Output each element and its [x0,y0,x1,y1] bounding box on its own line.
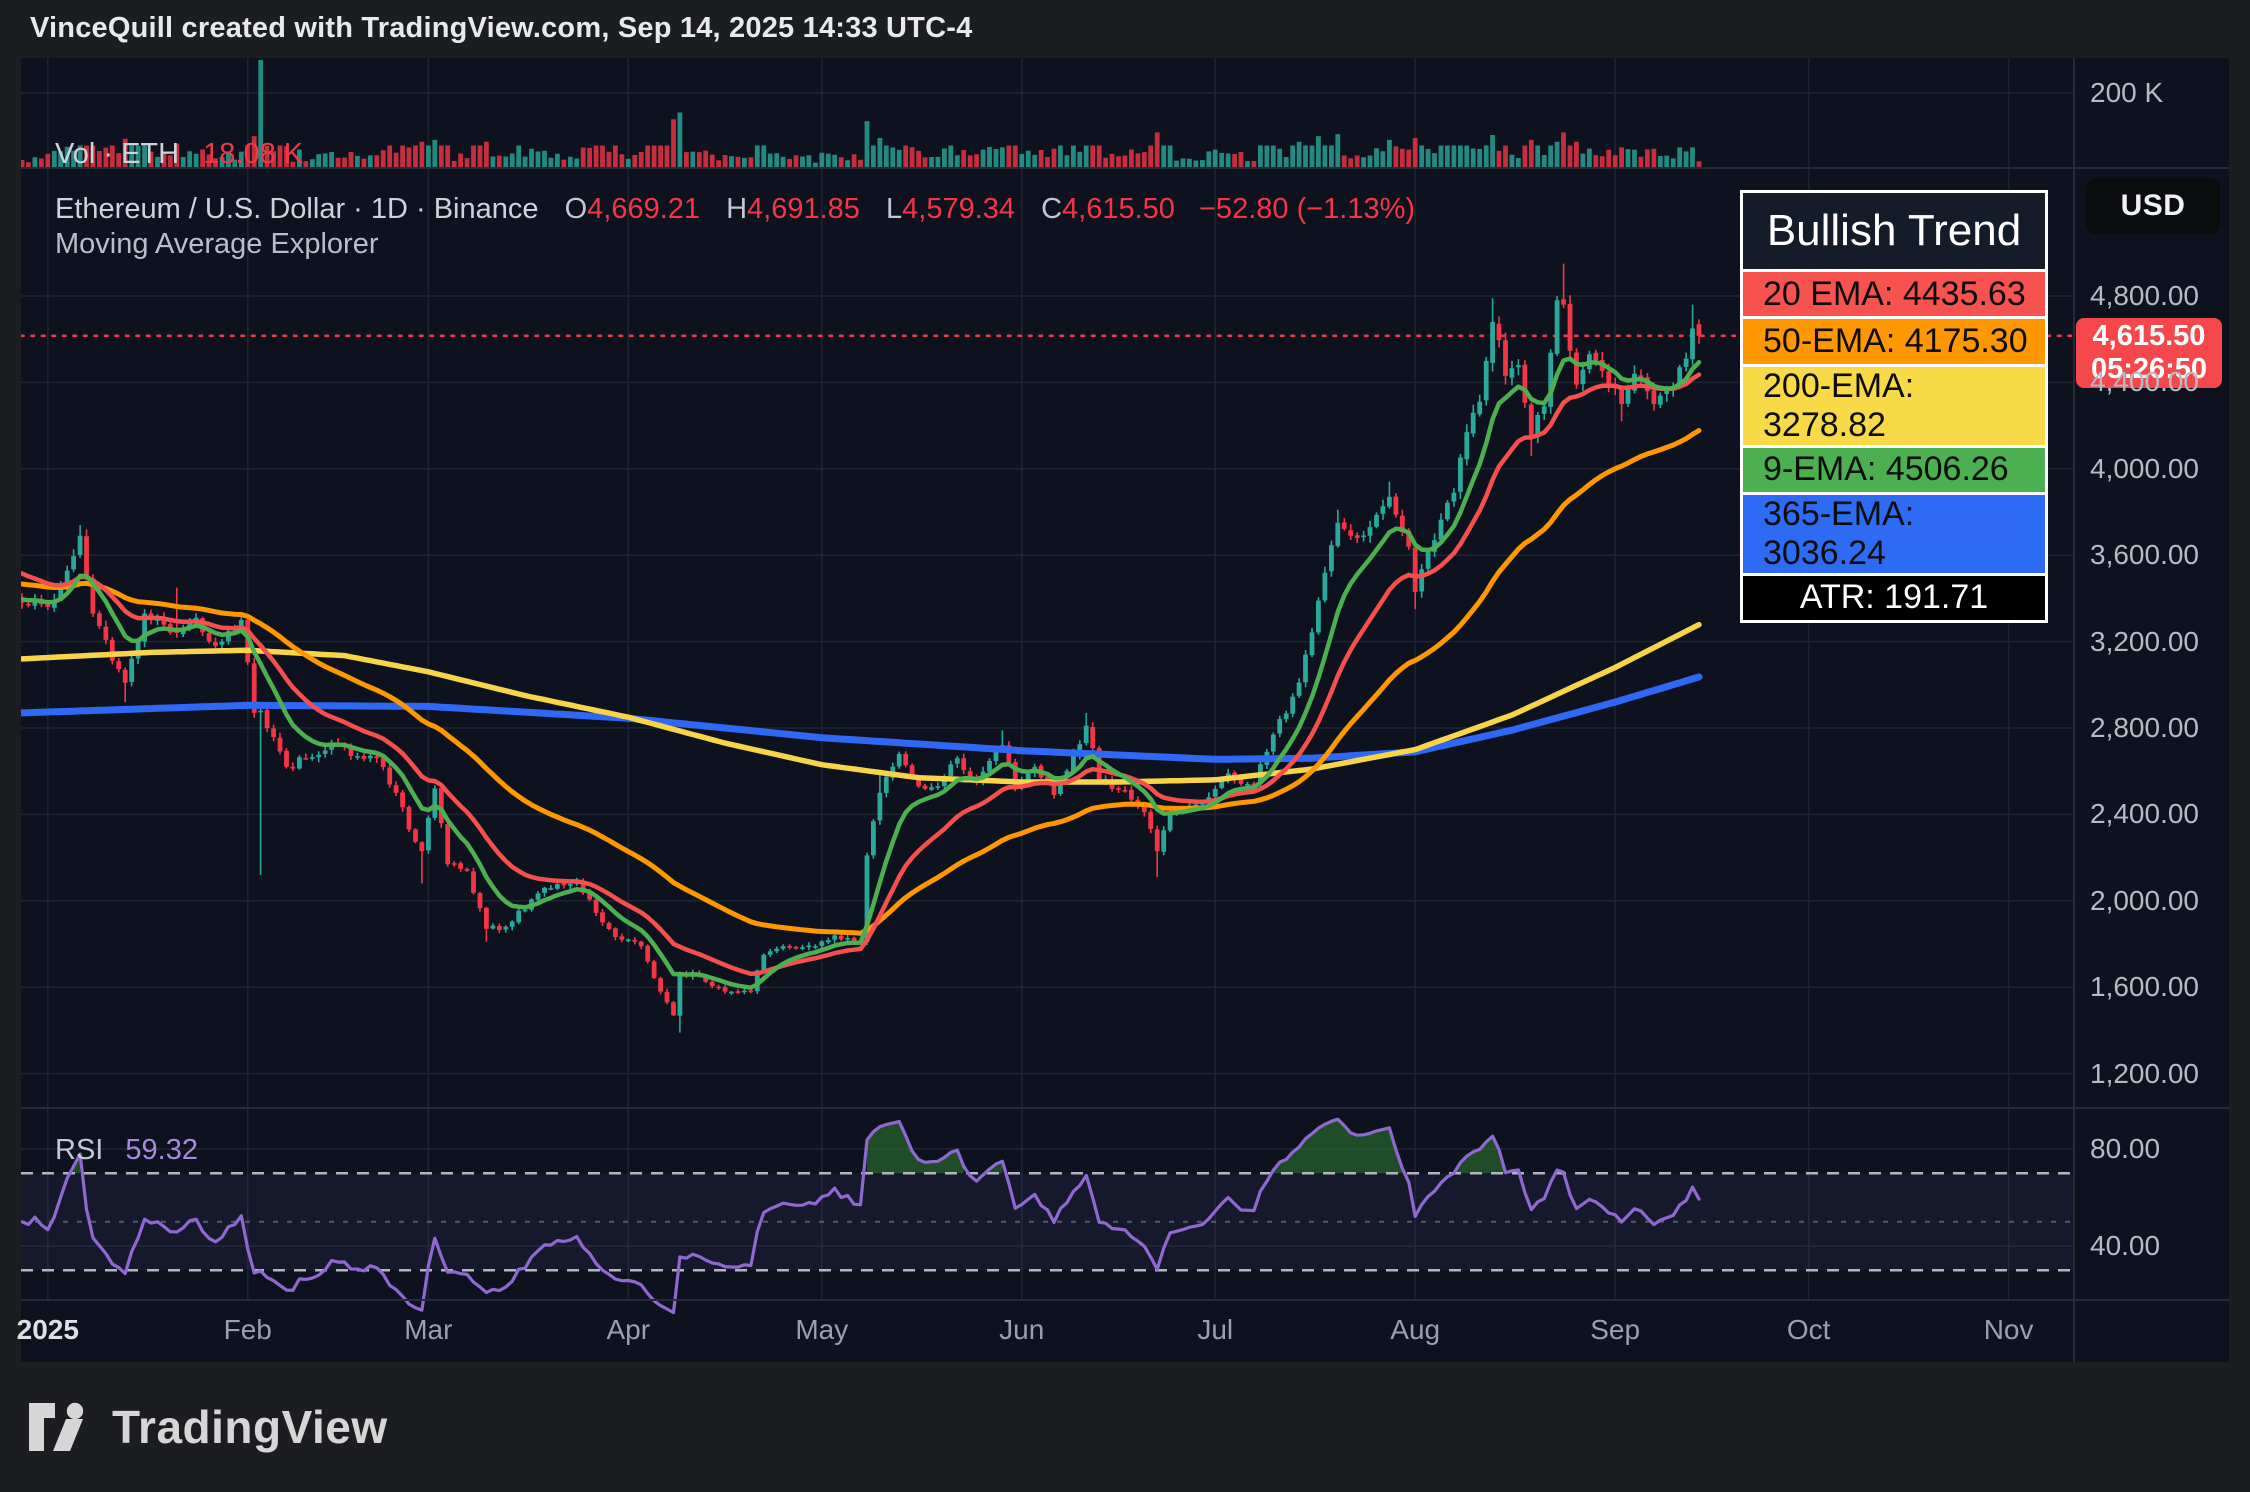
high-letter: H [726,193,747,225]
panel-row-atr: ATR: 191.71 [1743,573,2045,620]
volume-legend[interactable]: Vol · ETH 18.08 K [55,138,303,171]
time-axis-label[interactable]: Apr [607,1314,651,1346]
time-axis-label[interactable]: Oct [1787,1314,1831,1346]
time-axis-label[interactable]: May [795,1314,848,1346]
volume-axis-label[interactable]: 200 K [2090,77,2163,109]
time-axis-label[interactable]: Jul [1197,1314,1233,1346]
panel-row-ema365: 365-EMA: 3036.24 [1743,492,2045,573]
panel-row-ema200: 200-EMA: 3278.82 [1743,364,2045,445]
rsi-legend[interactable]: RSI 59.32 [55,1134,198,1167]
close-letter: C [1041,193,1062,225]
price-axis-label[interactable]: 2,000.00 [2090,885,2199,917]
tradingview-wordmark: TradingView [112,1400,388,1454]
indicator-title: Moving Average Explorer [55,228,378,260]
panel-row-ema50: 50-EMA: 4175.30 [1743,316,2045,363]
current-price: 4,615.50 [2093,320,2206,353]
price-axis-label[interactable]: 4,400.00 [2090,366,2199,398]
panel-row-ema20: 20 EMA: 4435.63 [1743,269,2045,316]
tradingview-logo-icon [28,1402,94,1452]
bullish-trend-panel: Bullish Trend 20 EMA: 4435.63 50-EMA: 41… [1740,190,2048,623]
price-axis-label[interactable]: 2,400.00 [2090,798,2199,830]
price-axis-label[interactable]: 2,800.00 [2090,712,2199,744]
price-axis-label[interactable]: 3,600.00 [2090,539,2199,571]
panel-title: Bullish Trend [1743,193,2045,269]
indicator-legend[interactable]: Moving Average Explorer [55,228,378,261]
time-axis-label[interactable]: Mar [404,1314,452,1346]
price-axis-label[interactable]: 3,200.00 [2090,626,2199,658]
time-axis-label[interactable]: Feb [224,1314,272,1346]
rsi-value: 59.32 [125,1134,198,1166]
panel-row-ema9: 9-EMA: 4506.26 [1743,445,2045,492]
low-letter: L [886,193,902,225]
open-letter: O [565,193,588,225]
chart-widget: Vol · ETH 18.08 K Ethereum / U.S. Dollar… [21,58,2229,1362]
low-value: 4,579.34 [902,193,1015,225]
change-value: −52.80 (−1.13%) [1199,193,1415,225]
footer: TradingView [0,1362,2250,1492]
time-axis-label[interactable]: Aug [1390,1314,1440,1346]
high-value: 4,691.85 [747,193,860,225]
time-axis-label[interactable]: Sep [1590,1314,1640,1346]
symbol-title: Ethereum / U.S. Dollar · 1D · Binance [55,193,539,225]
currency-button[interactable]: USD [2086,178,2220,234]
price-axis-label[interactable]: 1,200.00 [2090,1058,2199,1090]
time-axis-label[interactable]: Jun [999,1314,1044,1346]
price-axis-label[interactable]: 4,800.00 [2090,280,2199,312]
rsi-axis-label[interactable]: 40.00 [2090,1230,2160,1262]
rsi-axis-label[interactable]: 80.00 [2090,1133,2160,1165]
time-axis-label[interactable]: 2025 [17,1314,79,1346]
close-value: 4,615.50 [1062,193,1175,225]
symbol-legend[interactable]: Ethereum / U.S. Dollar · 1D · Binance O4… [55,193,1415,226]
price-axis-label[interactable]: 1,600.00 [2090,971,2199,1003]
tradingview-logo[interactable]: TradingView [28,1400,388,1454]
time-axis-label[interactable]: Nov [1984,1314,2034,1346]
attribution-text: VinceQuill created with TradingView.com,… [30,12,972,45]
price-axis-label[interactable]: 4,000.00 [2090,453,2199,485]
open-value: 4,669.21 [587,193,700,225]
volume-legend-label: Vol · ETH [55,138,179,170]
rsi-label: RSI [55,1134,103,1166]
volume-legend-value: 18.08 K [203,138,303,170]
